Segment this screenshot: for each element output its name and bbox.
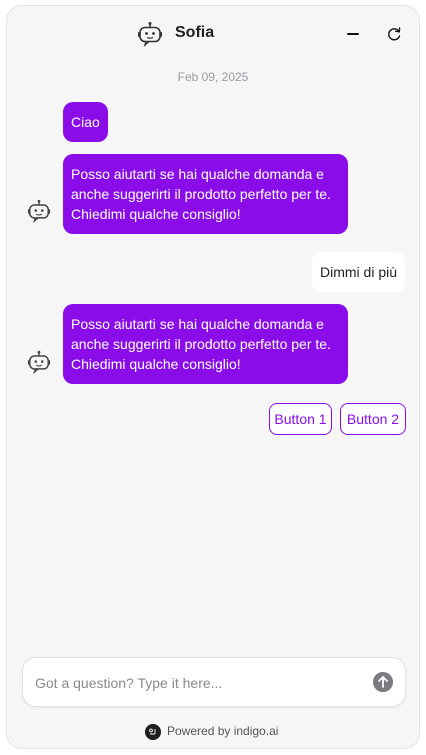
refresh-icon[interactable]: [385, 25, 403, 43]
quick-reply-button-1[interactable]: Button 1: [269, 403, 332, 435]
chat-header: Sofia: [7, 6, 419, 62]
bot-message: Posso aiutarti se hai qualche domanda e …: [63, 154, 348, 234]
message-composer: [22, 657, 406, 708]
conversation-date: Feb 09, 2025: [177, 70, 249, 84]
minimize-button[interactable]: [345, 26, 361, 42]
chat-title: Sofia: [175, 24, 215, 41]
powered-by-text: Powered by indigo.ai: [167, 724, 279, 738]
bot-message: Posso aiutarti se hai qualche domanda e …: [63, 304, 348, 384]
indigo-logo-icon: [145, 724, 161, 740]
bot-message: Ciao: [63, 102, 108, 142]
robot-icon: [27, 199, 51, 223]
chat-widget: Sofia Feb 09, 2025 Ciao Posso aiutarti s…: [6, 5, 420, 749]
robot-icon: [27, 350, 51, 374]
user-message: Dimmi di più: [311, 252, 405, 292]
send-button[interactable]: [373, 672, 393, 692]
quick-reply-button-2[interactable]: Button 2: [340, 403, 406, 435]
message-input[interactable]: [33, 658, 367, 708]
robot-icon: [138, 22, 162, 47]
